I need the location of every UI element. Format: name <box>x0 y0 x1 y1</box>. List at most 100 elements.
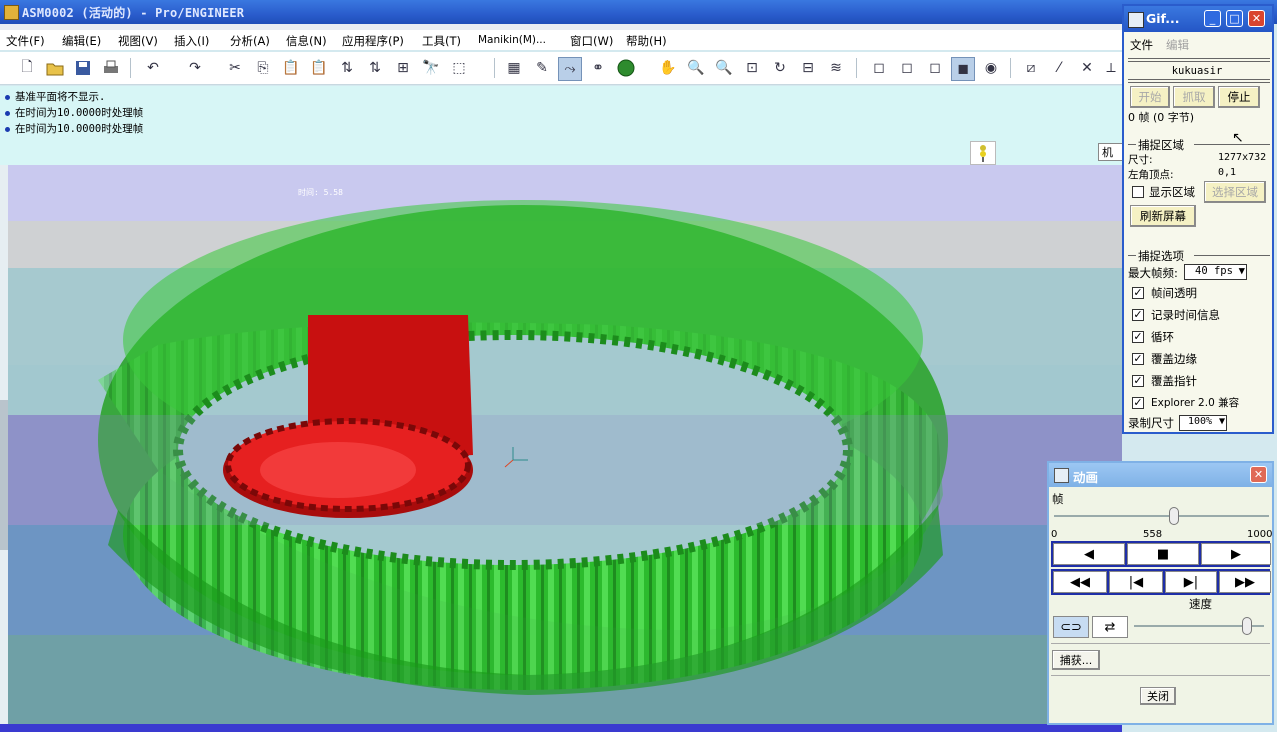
csys-icon[interactable]: ⟂ <box>1100 57 1122 79</box>
gear-assembly-model <box>16 200 1016 695</box>
reverse-mode-icon[interactable]: ⇄ <box>1092 616 1128 638</box>
copy-icon[interactable]: ⎘ <box>252 57 274 79</box>
mechanism-tab[interactable]: 机构 <box>1098 143 1122 161</box>
regenerate-icon[interactable]: ⇅ <box>336 57 358 79</box>
view-manager-icon[interactable]: ≋ <box>825 57 847 79</box>
undo-icon[interactable]: ↶ <box>142 57 164 79</box>
print-icon[interactable] <box>100 57 122 79</box>
left-splitter[interactable] <box>0 400 8 550</box>
select-box-icon[interactable]: ⬚ <box>448 57 470 79</box>
frame-slider-thumb[interactable] <box>1168 507 1179 525</box>
step-forward-button[interactable]: ▶| <box>1165 571 1217 593</box>
play-forward-button[interactable]: ▶ <box>1201 543 1271 565</box>
slider-min: 0 <box>1051 529 1058 540</box>
fast-forward-button[interactable]: ▶▶ <box>1219 571 1271 593</box>
corner-value: 0,1 <box>1218 167 1237 178</box>
no-hidden-icon[interactable]: ◻ <box>924 57 946 79</box>
sketch-icon[interactable]: ✎ <box>531 57 553 79</box>
shading-icon[interactable]: ◼ <box>951 57 975 81</box>
traffic-light-icon[interactable] <box>970 141 996 165</box>
option-checkbox[interactable]: ✓ <box>1132 331 1144 343</box>
connect-icon[interactable]: ⚭ <box>587 57 609 79</box>
paste-special-icon[interactable]: 📋 <box>308 57 330 79</box>
wireframe-icon[interactable]: ◻ <box>868 57 890 79</box>
select-area-button[interactable]: 选择区域 <box>1204 181 1266 203</box>
graphics-viewport[interactable]: 时间: 5.58 <box>8 165 1122 725</box>
show-area-checkbox[interactable] <box>1132 186 1144 198</box>
start-button[interactable]: 开始 <box>1130 86 1170 108</box>
menu-insert[interactable]: 插入(I) <box>174 33 209 49</box>
open-folder-icon[interactable] <box>44 57 66 79</box>
animation-app-icon <box>1054 468 1069 483</box>
refresh-screen-button[interactable]: 刷新屏幕 <box>1130 205 1196 227</box>
frame-slider[interactable] <box>1054 515 1269 517</box>
pan-hand-icon[interactable]: ✋ <box>657 57 679 79</box>
menu-file[interactable]: 文件(F) <box>6 33 45 49</box>
redo-icon[interactable]: ↷ <box>184 57 206 79</box>
menu-edit[interactable]: 编辑(E) <box>62 33 101 49</box>
layer-icon[interactable]: ▦ <box>503 57 525 79</box>
animation-close-icon[interactable]: ✕ <box>1250 466 1267 483</box>
stop-button[interactable]: ■ <box>1127 543 1199 565</box>
loop-mode-icon[interactable]: ⊂⊃ <box>1053 616 1089 638</box>
paste-icon[interactable]: 📋 <box>280 57 302 79</box>
play-backward-button[interactable]: ◀ <box>1053 543 1125 565</box>
capture-button[interactable]: 捕获... <box>1052 650 1100 670</box>
option-checkbox[interactable]: ✓ <box>1132 397 1144 409</box>
gif-title-bar: Gif... _ □ ✕ <box>1124 6 1272 32</box>
menu-window[interactable]: 窗口(W) <box>570 33 613 49</box>
close-button[interactable]: ✕ <box>1248 10 1265 27</box>
mechanism-icon[interactable]: ⤳ <box>558 57 582 81</box>
menu-help[interactable]: 帮助(H) <box>626 33 667 49</box>
slider-value: 558 <box>1143 529 1163 540</box>
grab-button[interactable]: 抓取 <box>1173 86 1215 108</box>
maximize-button[interactable]: □ <box>1226 10 1243 27</box>
option-checkbox[interactable]: ✓ <box>1132 375 1144 387</box>
new-file-icon[interactable]: 🗋 <box>16 57 38 79</box>
option-checkbox[interactable]: ✓ <box>1132 309 1144 321</box>
regenerate-manager-icon[interactable]: ⇅ <box>364 57 386 79</box>
appearance-icon[interactable] <box>615 57 637 79</box>
datum-planes-icon[interactable]: ⧄ <box>1020 57 1042 79</box>
close-animation-button[interactable]: 关闭 <box>1140 687 1176 705</box>
menu-applications[interactable]: 应用程序(P) <box>342 33 404 49</box>
frame-count: 0 帧 (0 字节) <box>1128 111 1195 124</box>
max-fps-label: 最大帧频: <box>1128 266 1178 280</box>
datum-points-icon[interactable]: ✕ <box>1076 57 1098 79</box>
option-checkbox[interactable]: ✓ <box>1132 287 1144 299</box>
model-tree-icon[interactable]: ⊞ <box>392 57 414 79</box>
speed-slider-thumb[interactable] <box>1242 617 1252 635</box>
menu-view[interactable]: 视图(V) <box>118 33 158 49</box>
minimize-button[interactable]: _ <box>1204 10 1221 27</box>
hidden-line-icon[interactable]: ◻ <box>896 57 918 79</box>
option-label: Explorer 2.0 兼容 <box>1151 397 1240 409</box>
option-label: 记录时间信息 <box>1151 308 1220 322</box>
menu-analysis[interactable]: 分析(A) <box>230 33 270 49</box>
gif-menu-edit[interactable]: 编辑 <box>1166 37 1189 53</box>
option-label: 循环 <box>1151 330 1174 344</box>
enhanced-realism-icon[interactable]: ◉ <box>980 57 1002 79</box>
refit-icon[interactable]: ⊡ <box>741 57 763 79</box>
save-icon[interactable] <box>72 57 94 79</box>
title-bar: ASM0002 (活动的) - Pro/ENGINEER <box>0 0 1277 24</box>
menu-manikin[interactable]: Manikin(M)... <box>478 34 546 46</box>
rewind-button[interactable]: ◀◀ <box>1053 571 1107 593</box>
gif-menu-file[interactable]: 文件 <box>1130 37 1153 53</box>
gif-name-label: kukuasir <box>1171 65 1223 77</box>
max-fps-select[interactable]: 40 fps ▼ <box>1184 264 1247 280</box>
menu-bar <box>0 30 1122 50</box>
datum-axes-icon[interactable]: ⁄ <box>1048 57 1070 79</box>
record-size-select[interactable]: 100% ▼ <box>1179 415 1227 431</box>
cut-icon[interactable]: ✂ <box>224 57 246 79</box>
zoom-out-icon[interactable]: 🔍 <box>713 57 735 79</box>
stop-button[interactable]: 停止 <box>1218 86 1260 108</box>
zoom-in-icon[interactable]: 🔍 <box>685 57 707 79</box>
saved-views-icon[interactable]: ⊟ <box>797 57 819 79</box>
find-icon[interactable]: 🔭 <box>420 57 442 79</box>
menu-tools[interactable]: 工具(T) <box>422 33 461 49</box>
option-checkbox[interactable]: ✓ <box>1132 353 1144 365</box>
menu-info[interactable]: 信息(N) <box>286 33 327 49</box>
step-back-button[interactable]: |◀ <box>1109 571 1163 593</box>
option-label: 覆盖边缘 <box>1151 352 1197 366</box>
reorient-icon[interactable]: ↻ <box>769 57 791 79</box>
